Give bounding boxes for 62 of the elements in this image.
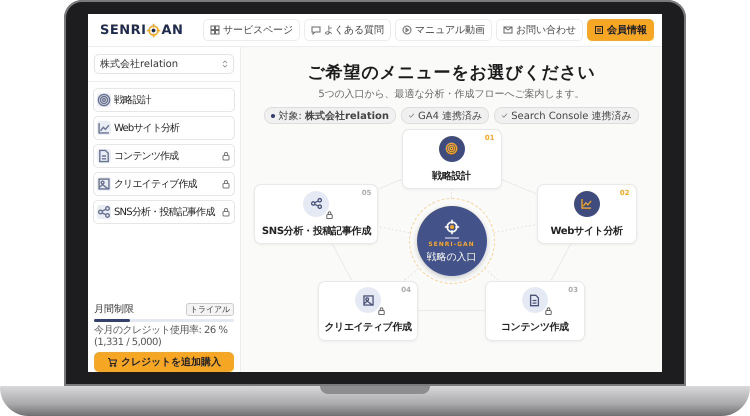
- sidebar-item[interactable]: クリエイティブ作成: [93, 172, 235, 196]
- header-link[interactable]: マニュアル動画: [395, 19, 492, 41]
- check-icon: [408, 112, 416, 119]
- logo-text: SENRI: [100, 22, 146, 38]
- page-subtitle: 5つの入口から、最適な分析・作成フローへご案内します。: [318, 88, 585, 101]
- connector-line: [404, 268, 419, 282]
- reticle-icon: [146, 22, 162, 38]
- connector-line: [484, 268, 500, 282]
- play-icon: [402, 25, 412, 35]
- status-chip: 対象: 株式会社relation: [264, 107, 396, 124]
- account-name: 株式会社relation: [100, 58, 178, 71]
- header-link[interactable]: サービスページ: [203, 19, 300, 41]
- connector-line: [493, 224, 538, 234]
- lock-icon: [325, 210, 334, 220]
- connector-line: [378, 226, 410, 234]
- sidebar-item[interactable]: 戦略設計: [93, 88, 235, 112]
- connector-line: [378, 179, 402, 190]
- connector-line: [501, 179, 538, 194]
- grid-icon: [210, 25, 220, 35]
- document-icon: [97, 149, 111, 163]
- hub-label: 戦略の入口: [426, 250, 476, 264]
- card-label: クリエイティブ作成: [324, 320, 412, 334]
- id-card-icon: [594, 25, 604, 35]
- select-caret-icon: [222, 60, 228, 68]
- header-link[interactable]: よくある質問: [304, 19, 391, 41]
- check-icon: [501, 112, 508, 119]
- chat-bubble-icon: [311, 25, 321, 35]
- logo-text: AN: [161, 22, 184, 38]
- document-icon: [528, 294, 542, 307]
- line-chart-icon: [580, 197, 594, 210]
- usage-text: 今月のクレジット使用率: 26 % (1,331 / 5,000): [94, 325, 228, 349]
- target-icon: [445, 142, 458, 155]
- sidebar-item[interactable]: コンテンツ作成: [93, 144, 235, 168]
- connector-line: [550, 244, 571, 282]
- mail-icon: [503, 25, 513, 35]
- sidebar-item[interactable]: SNS分析・投稿記事作成: [93, 200, 235, 224]
- card-label: Webサイト分析: [550, 224, 623, 238]
- plan-badge: トライアル: [186, 302, 234, 316]
- image-icon: [97, 177, 111, 191]
- share-icon: [97, 205, 111, 219]
- line-chart-icon: [97, 121, 111, 135]
- reticle-icon: [444, 218, 460, 234]
- target-icon: [97, 93, 111, 107]
- account-select[interactable]: 株式会社relation: [94, 54, 234, 74]
- card-label: コンテンツ作成: [501, 320, 569, 334]
- status-chip: GA4 連携済み: [401, 107, 490, 124]
- card-label: 戦略設計: [432, 170, 471, 182]
- image-icon: [362, 294, 375, 307]
- page-title: ご希望のメニューをお選びください: [308, 62, 596, 84]
- lock-icon: [377, 306, 386, 316]
- lock-icon: [544, 306, 553, 316]
- buy-credits-button[interactable]: クレジットを追加購入: [94, 352, 234, 372]
- connector-line: [332, 244, 352, 282]
- header-link[interactable]: お問い合わせ: [496, 19, 583, 41]
- hub-divider: [444, 236, 458, 238]
- share-icon: [310, 197, 323, 210]
- sidebar-item[interactable]: Webサイト分析: [93, 116, 235, 140]
- status-chip: Search Console 連携済み: [494, 107, 639, 124]
- member-info-button[interactable]: 会員情報: [587, 19, 654, 41]
- usage-label: 月間制限: [94, 302, 134, 316]
- cart-icon: [107, 357, 117, 367]
- card-label: SNS分析・投稿記事作成: [262, 224, 372, 238]
